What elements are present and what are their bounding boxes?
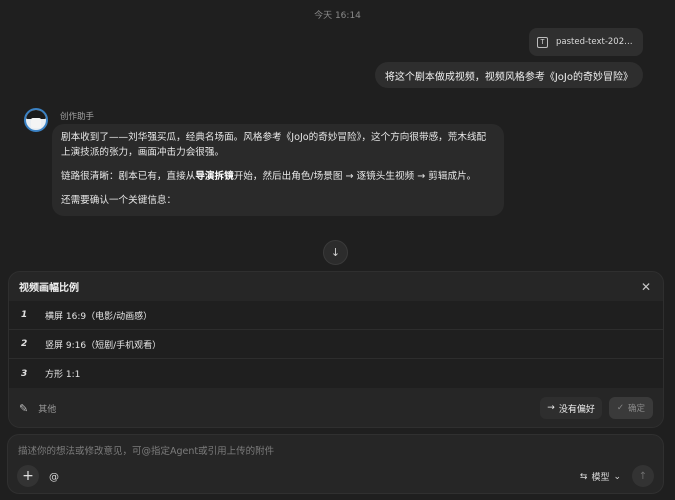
question-panel: 视频画幅比例 ✕ 1 横屏 16:9（电影/动画感） 2 竖屏 9:16（短剧/… <box>8 271 664 428</box>
other-label: 其他 <box>38 404 57 415</box>
close-icon[interactable]: ✕ <box>639 280 653 294</box>
switch-icon: ⇆ <box>579 471 588 482</box>
option-label: 方形 1:1 <box>45 370 81 380</box>
confirm-button[interactable]: ✓ 确定 <box>608 397 653 419</box>
chevron-down-icon: ⌄ <box>613 471 621 482</box>
option-label: 横屏 16:9（电影/动画感） <box>45 311 153 322</box>
chat-page: 今天 16:14 T pasted-text-20260828... 将这个剧本… <box>0 0 675 500</box>
option-number: 3 <box>21 368 28 379</box>
no-preference-button[interactable]: → 没有偏好 <box>540 397 602 419</box>
option-square[interactable]: 3 方形 1:1 <box>9 359 663 388</box>
other-option[interactable]: ✎ 其他 <box>19 402 56 415</box>
text-file-icon: T <box>537 36 548 48</box>
confirm-label: 确定 <box>627 404 645 414</box>
mention-button[interactable]: @ <box>49 472 59 483</box>
avatar-face <box>31 118 41 128</box>
arrow-right-icon: → <box>547 403 555 413</box>
assistant-paragraph-3: 还需要确认一个关键信息： <box>61 195 177 206</box>
option-list: 1 横屏 16:9（电影/动画感） 2 竖屏 9:16（短剧/手机观看） 3 方… <box>9 301 663 388</box>
arrow-down-icon: ↓ <box>330 246 341 259</box>
assistant-paragraph-2: 链路很清晰：剧本已有，直接从导演拆镜开始，然后出角色/场景图 → 逐镜头生视频 … <box>61 169 495 184</box>
assistant-name: 创作助手 <box>60 112 95 122</box>
arrow-up-icon: ↑ <box>638 470 648 482</box>
para2-suffix: 开始，然后出角色/场景图 → 逐镜头生视频 → 剪辑成片。 <box>233 171 477 182</box>
assistant-message-bubble: 剧本收到了——刘华强买瓜，经典名场面。风格参考《JoJo的奇妙冒险》，这个方向很… <box>52 124 504 216</box>
question-title: 视频画幅比例 <box>19 283 79 294</box>
assistant-avatar <box>24 108 48 132</box>
no-preference-label: 没有偏好 <box>558 404 595 415</box>
at-icon: @ <box>49 472 59 483</box>
question-footer: ✎ 其他 → 没有偏好 ✓ 确定 <box>9 388 663 427</box>
send-button[interactable]: ↑ <box>632 465 654 487</box>
add-attachment-button[interactable]: + <box>17 465 39 487</box>
scroll-down-button[interactable]: ↓ <box>323 240 348 265</box>
check-icon: ✓ <box>616 403 624 413</box>
attachment-chip[interactable]: T pasted-text-20260828... <box>529 28 643 56</box>
attachment-name: pasted-text-20260828... <box>556 37 635 47</box>
assistant-paragraph-1: 剧本收到了——刘华强买瓜，经典名场面。风格参考《JoJo的奇妙冒险》，这个方向很… <box>61 132 487 158</box>
option-label: 竖屏 9:16（短剧/手机观看） <box>45 340 162 351</box>
user-message-bubble: 将这个剧本做成视频，视频风格参考《JoJo的奇妙冒险》 <box>374 62 643 88</box>
composer: + @ ⇆ 模型 ⌄ ↑ <box>7 434 664 494</box>
para2-prefix: 链路很清晰：剧本已有，直接从 <box>61 171 196 182</box>
option-landscape[interactable]: 1 横屏 16:9（电影/动画感） <box>9 301 663 330</box>
message-input[interactable] <box>18 443 648 459</box>
question-header: 视频画幅比例 ✕ <box>9 272 663 301</box>
plus-icon: + <box>22 468 34 484</box>
message-timestamp: 今天 16:14 <box>314 11 361 21</box>
footer-buttons: → 没有偏好 ✓ 确定 <box>540 397 653 419</box>
option-number: 2 <box>21 339 28 349</box>
model-selector[interactable]: ⇆ 模型 ⌄ <box>579 470 621 484</box>
para2-bold: 导演拆镜 <box>195 171 234 182</box>
option-portrait[interactable]: 2 竖屏 9:16（短剧/手机观看） <box>9 330 663 359</box>
model-label: 模型 <box>591 473 610 483</box>
pen-icon: ✎ <box>19 401 29 415</box>
option-number: 1 <box>21 310 28 320</box>
